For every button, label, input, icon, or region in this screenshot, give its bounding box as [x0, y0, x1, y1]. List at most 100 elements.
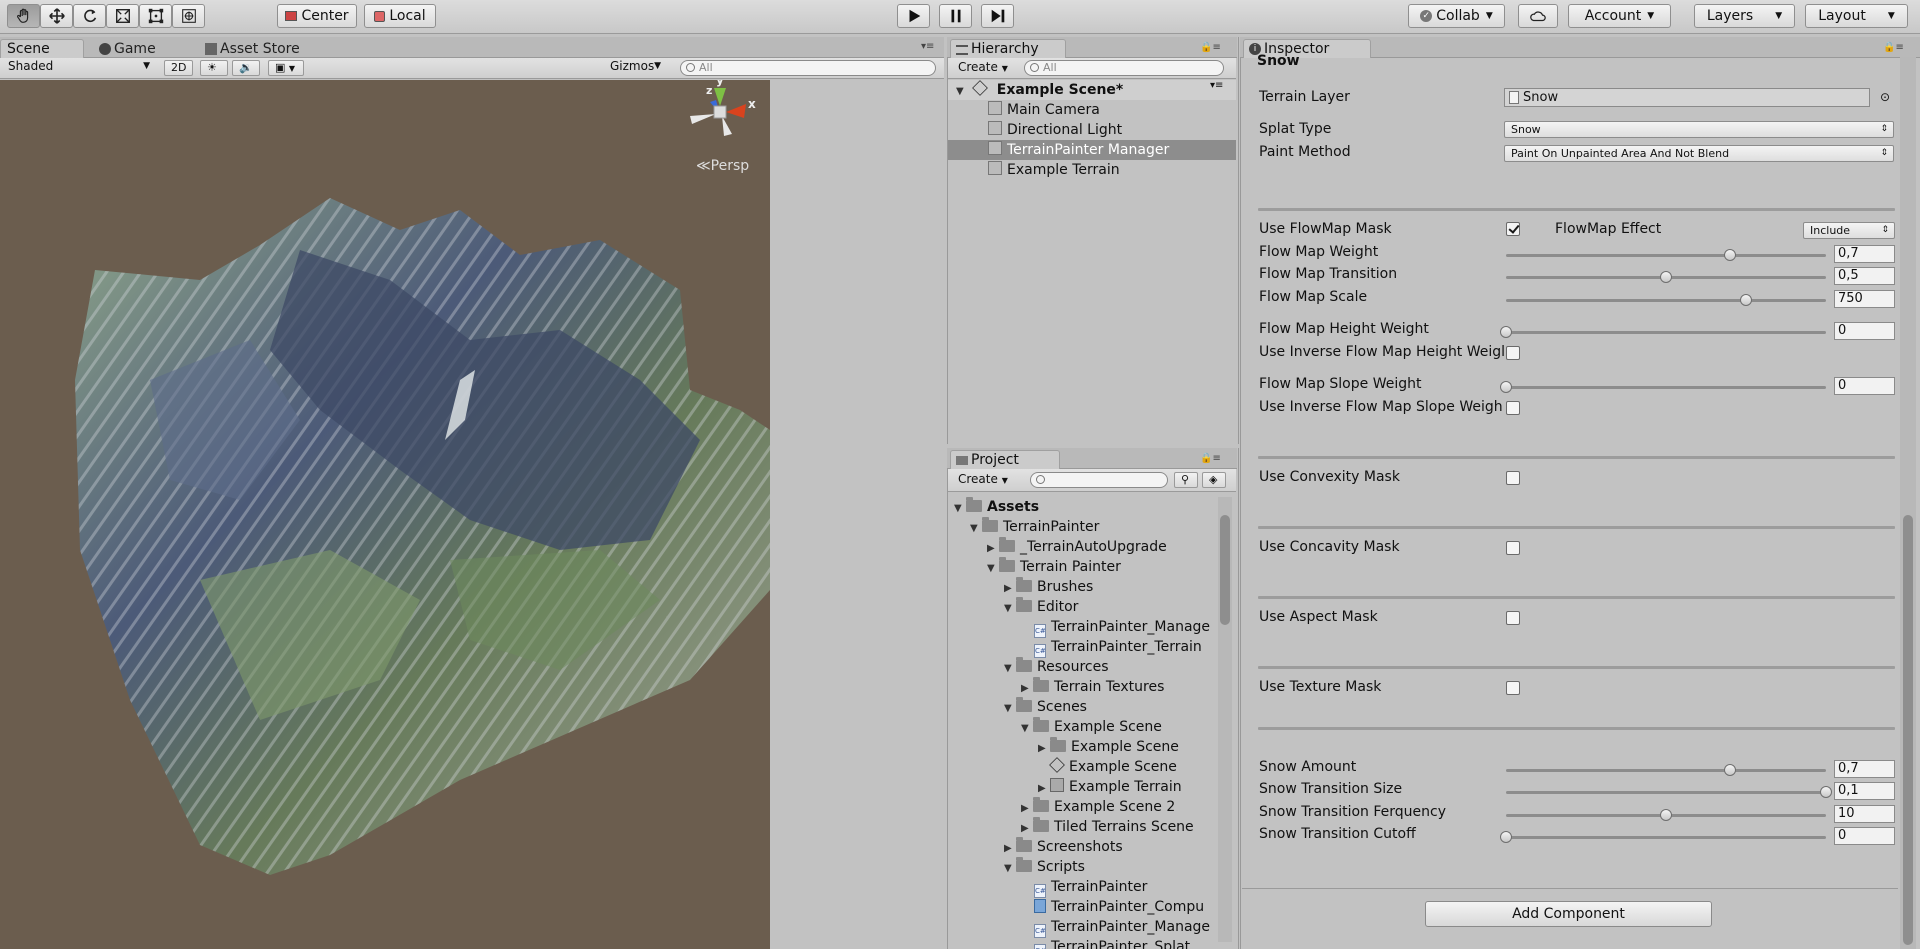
concavity-checkbox[interactable]	[1506, 541, 1520, 555]
audio-toggle[interactable]: 🔉	[232, 60, 260, 76]
project-search-input[interactable]	[1030, 472, 1168, 488]
scene-root-row[interactable]: ▼ Example Scene* ▾≡	[948, 80, 1236, 100]
move-tool-button[interactable]	[40, 4, 73, 28]
toggle-2d-button[interactable]: 2D	[164, 60, 194, 76]
tree-item[interactable]: ▼ Assets	[954, 497, 1039, 517]
tab-hierarchy[interactable]: Hierarchy	[950, 39, 1066, 58]
snow-transition-size-slider[interactable]	[1506, 791, 1826, 794]
flow-transition-slider-knob[interactable]	[1660, 271, 1672, 283]
layers-dropdown[interactable]: Layers ▼	[1694, 4, 1795, 28]
scene-viewport[interactable]: y x z ≪Persp	[0, 80, 770, 949]
expand-arrow-icon[interactable]: ▼	[1004, 599, 1016, 619]
scene-menu-icon[interactable]: ▾≡	[1210, 80, 1223, 91]
hierarchy-item[interactable]: Main Camera	[948, 100, 1236, 120]
expand-arrow-icon[interactable]: ▼	[1004, 859, 1016, 879]
inverse-slope-checkbox[interactable]	[1506, 401, 1520, 415]
tree-item[interactable]: ▼ Scripts	[1004, 857, 1085, 877]
filter-type-button[interactable]: ⚲	[1174, 472, 1198, 488]
snow-transition-size-field[interactable]: 0,1	[1834, 782, 1895, 800]
tree-item[interactable]: C# TerrainPainter_Manage	[1034, 617, 1210, 638]
terrain-layer-field[interactable]: Snow	[1504, 88, 1870, 107]
tree-item[interactable]: ▼ Editor	[1004, 597, 1078, 617]
flow-slope-weight-slider-knob[interactable]	[1500, 381, 1512, 393]
splat-type-dropdown[interactable]: Snow ⇕	[1504, 121, 1894, 138]
tree-item[interactable]: ▶ Screenshots	[1004, 837, 1123, 857]
flow-height-weight-slider[interactable]	[1506, 331, 1826, 334]
inspector-scrollbar[interactable]	[1900, 57, 1916, 949]
snow-cutoff-slider[interactable]	[1506, 836, 1826, 839]
paint-method-dropdown[interactable]: Paint On Unpainted Area And Not Blend ⇕	[1504, 145, 1894, 162]
expand-arrow-icon[interactable]: ▼	[1004, 659, 1016, 679]
collab-dropdown[interactable]: ✓ Collab ▼	[1408, 4, 1505, 28]
collapsed-arrow-icon[interactable]: ▶	[1004, 579, 1016, 599]
hierarchy-search-input[interactable]: All	[1024, 60, 1224, 76]
hierarchy-item[interactable]: Directional Light	[948, 120, 1236, 140]
collapsed-arrow-icon[interactable]: ▶	[1021, 679, 1033, 699]
tab-game[interactable]: Game	[93, 39, 183, 58]
collapsed-arrow-icon[interactable]: ▶	[1021, 819, 1033, 839]
tree-item[interactable]: ▼ Example Scene	[1021, 717, 1162, 737]
cloud-button[interactable]	[1518, 4, 1558, 28]
flow-slope-weight-field[interactable]: 0	[1834, 377, 1895, 395]
snow-amount-slider[interactable]	[1506, 769, 1826, 772]
project-scrollbar[interactable]	[1218, 497, 1232, 942]
expand-arrow-icon[interactable]: ▼	[1004, 699, 1016, 719]
flow-transition-field[interactable]: 0,5	[1834, 267, 1895, 285]
pause-button[interactable]	[939, 4, 972, 28]
expand-arrow-icon[interactable]: ▼	[954, 499, 966, 519]
project-create-dropdown[interactable]: Create ▼	[952, 472, 1014, 488]
tab-asset-store[interactable]: Asset Store	[199, 39, 319, 58]
expand-arrow-icon[interactable]: ▼	[987, 559, 999, 579]
expand-arrow-icon[interactable]: ▼	[956, 82, 968, 102]
collapsed-arrow-icon[interactable]: ▶	[1021, 799, 1033, 819]
expand-arrow-icon[interactable]: ▼	[970, 519, 982, 539]
lighting-toggle[interactable]: ☀	[200, 60, 228, 76]
tree-item[interactable]: ▶ _TerrainAutoUpgrade	[987, 537, 1167, 557]
snow-amount-slider-knob[interactable]	[1724, 764, 1736, 776]
add-component-button[interactable]: Add Component	[1425, 901, 1712, 927]
flow-scale-slider-knob[interactable]	[1740, 294, 1752, 306]
tree-item[interactable]: C# TerrainPainter_Terrain	[1034, 637, 1202, 658]
gizmos-dropdown[interactable]: Gizmos ▼	[604, 59, 666, 76]
snow-amount-field[interactable]: 0,7	[1834, 760, 1895, 778]
inverse-height-checkbox[interactable]	[1506, 346, 1520, 360]
hand-tool-button[interactable]	[7, 4, 40, 28]
aspect-checkbox[interactable]	[1506, 611, 1520, 625]
flow-scale-field[interactable]: 750	[1834, 290, 1895, 308]
tree-item[interactable]: ▶ Example Scene	[1038, 737, 1179, 757]
effects-dropdown[interactable]: ▣ ▼	[268, 60, 304, 76]
collapsed-arrow-icon[interactable]: ▶	[987, 539, 999, 559]
tree-item[interactable]: ▶ Terrain Textures	[1021, 677, 1164, 697]
orientation-gizmo[interactable]: y x z	[680, 80, 770, 154]
rect-tool-button[interactable]	[139, 4, 172, 28]
collapsed-arrow-icon[interactable]: ▶	[1038, 739, 1050, 759]
hierarchy-item-selected[interactable]: TerrainPainter Manager	[948, 140, 1236, 160]
pivot-space-toggle[interactable]: Local	[364, 4, 436, 28]
step-button[interactable]	[981, 4, 1014, 28]
play-button[interactable]	[897, 4, 930, 28]
flow-slope-weight-slider[interactable]	[1506, 386, 1826, 389]
object-picker-icon[interactable]: ⊙	[1880, 90, 1890, 104]
collapsed-arrow-icon[interactable]: ▶	[1004, 839, 1016, 859]
shading-mode-dropdown[interactable]: Shaded ▼	[2, 59, 155, 76]
hierarchy-item[interactable]: Example Terrain	[948, 160, 1236, 180]
tab-project[interactable]: Project	[950, 450, 1060, 469]
snow-transition-frequency-field[interactable]: 10	[1834, 805, 1895, 823]
inspector-scrollbar-thumb[interactable]	[1903, 515, 1913, 945]
perspective-toggle[interactable]: ≪Persp	[696, 158, 749, 174]
flow-height-weight-field[interactable]: 0	[1834, 322, 1895, 340]
tree-item[interactable]: ▼ Terrain Painter	[987, 557, 1121, 577]
convexity-checkbox[interactable]	[1506, 471, 1520, 485]
tree-item[interactable]: Example Scene	[1049, 757, 1177, 777]
collapsed-arrow-icon[interactable]: ▶	[1038, 779, 1050, 799]
tree-item[interactable]: ▼ TerrainPainter	[970, 517, 1099, 537]
project-scrollbar-thumb[interactable]	[1220, 515, 1230, 625]
snow-cutoff-field[interactable]: 0	[1834, 827, 1895, 845]
snow-transition-size-slider-knob[interactable]	[1820, 786, 1832, 798]
flow-height-weight-slider-knob[interactable]	[1500, 326, 1512, 338]
texture-mask-checkbox[interactable]	[1506, 681, 1520, 695]
use-flowmap-checkbox[interactable]	[1506, 222, 1520, 236]
panel-menu-icon[interactable]: ▾≡	[921, 41, 934, 52]
filter-label-button[interactable]: ◈	[1202, 472, 1226, 488]
tree-item[interactable]: C# TerrainPainter	[1034, 877, 1147, 898]
